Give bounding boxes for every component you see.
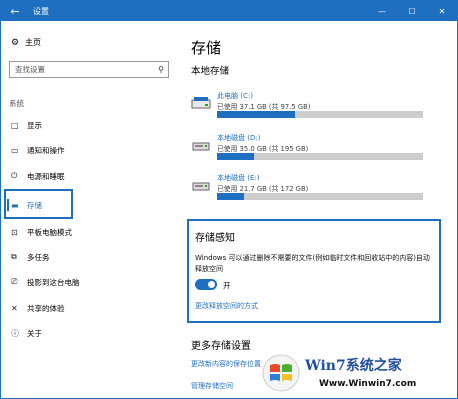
watermark-url: Www.Winwin7.com: [319, 379, 417, 389]
gear-icon: ⚙: [11, 37, 20, 48]
sidebar-item-display[interactable]: □ 显示: [11, 118, 42, 132]
pc-drive-icon: [191, 97, 211, 109]
notification-icon: ▭: [11, 145, 19, 155]
sidebar-item-about[interactable]: ⓘ 关于: [11, 326, 42, 340]
share-icon: ✕: [11, 303, 18, 313]
more-storage-settings-title: 更多存储设置: [191, 341, 251, 352]
drive-usage-fill: [217, 193, 244, 200]
drive-name: 本地磁盘 (D:): [217, 134, 261, 142]
sidebar-item-label: 多任务: [27, 252, 50, 262]
maximize-button[interactable]: ☐: [397, 1, 427, 21]
sidebar: ⚙ 主页 查找设置 ⚲ 系统 □ 显示 ▭ 通知和操作 ⏻ 电源和睡眠 ▬ 存储…: [1, 21, 177, 398]
drive-name: 此电脑 (C:): [217, 92, 253, 100]
drive-e[interactable]: 本地磁盘 (E:) 已使用 21.7 GB (共 172 GB): [191, 173, 431, 207]
sidebar-item-notifications[interactable]: ▭ 通知和操作: [11, 143, 65, 157]
local-storage-title: 本地存储: [191, 66, 230, 77]
section-label-system: 系统: [9, 99, 24, 108]
drive-usage-bar: [217, 153, 423, 160]
main-content: 存储 本地存储 此电脑 (C:) 已使用 37.1 GB (共 97.5 GB)…: [177, 21, 457, 398]
sidebar-item-storage[interactable]: ▬ 存储: [11, 198, 42, 212]
manage-storage-spaces-link[interactable]: 管理存储空间: [191, 381, 233, 391]
drive-usage: 已使用 37.1 GB (共 97.5 GB): [217, 103, 311, 111]
info-icon: ⓘ: [11, 328, 19, 338]
multitask-icon: ⧉: [11, 252, 17, 261]
sidebar-item-label: 通知和操作: [27, 145, 65, 155]
drive-usage-bar: [217, 111, 423, 118]
power-icon: ⏻: [11, 171, 18, 180]
close-button[interactable]: ✕: [427, 1, 457, 21]
sidebar-item-label: 共享的体验: [27, 303, 65, 313]
toggle-knob: [208, 281, 215, 288]
drive-usage-bar: [217, 193, 423, 200]
search-icon: ⚲: [158, 65, 164, 74]
sidebar-item-tablet-mode[interactable]: ⊡ 平板电脑模式: [11, 225, 72, 239]
toggle-state-label: 开: [223, 281, 231, 290]
drive-usage: 已使用 35.0 GB (共 195 GB): [217, 145, 309, 153]
search-input[interactable]: 查找设置 ⚲: [9, 61, 169, 78]
storage-sense-title: 存储感知: [195, 233, 235, 244]
change-free-space-link[interactable]: 更改释放空间的方式: [195, 301, 258, 311]
sidebar-item-label: 电源和睡眠: [27, 171, 65, 181]
drive-c[interactable]: 此电脑 (C:) 已使用 37.1 GB (共 97.5 GB): [191, 91, 431, 125]
hard-disk-icon: [192, 142, 210, 151]
title-bar: ← 设置 — ☐ ✕: [1, 1, 457, 21]
back-arrow-icon[interactable]: ←: [1, 1, 29, 21]
sidebar-item-label: 平板电脑模式: [27, 227, 72, 237]
home-link[interactable]: ⚙ 主页: [11, 37, 41, 48]
sidebar-item-power[interactable]: ⏻ 电源和睡眠: [11, 169, 65, 183]
hard-disk-icon: [192, 182, 210, 191]
minimize-button[interactable]: —: [367, 1, 397, 21]
window-controls: — ☐ ✕: [367, 1, 457, 21]
window-title: 设置: [33, 6, 49, 16]
selected-indicator: [7, 199, 9, 211]
storage-sense-description: Windows 可以通过删除不需要的文件(例如临时文件和回收站中的内容)自动释放…: [195, 254, 430, 273]
drive-d[interactable]: 本地磁盘 (D:) 已使用 35.0 GB (共 195 GB): [191, 133, 431, 167]
change-save-location-link[interactable]: 更改新内容的保存位置: [191, 359, 261, 369]
projector-icon: ⎚: [11, 277, 18, 286]
home-label: 主页: [25, 38, 41, 47]
sidebar-item-label: 存储: [27, 200, 42, 210]
sidebar-item-label: 投影到这台电脑: [27, 277, 80, 287]
storage-sense-toggle[interactable]: [195, 279, 217, 290]
drive-usage-fill: [217, 153, 255, 160]
sidebar-item-projecting[interactable]: ⎚ 投影到这台电脑: [11, 275, 80, 289]
drive-usage: 已使用 21.7 GB (共 172 GB): [217, 185, 309, 193]
sidebar-item-label: 显示: [27, 120, 42, 130]
search-placeholder: 查找设置: [15, 65, 45, 74]
drive-usage-fill: [217, 111, 296, 118]
sidebar-item-multitasking[interactable]: ⧉ 多任务: [11, 250, 50, 264]
settings-window: ← 设置 — ☐ ✕ ⚙ 主页 查找设置 ⚲ 系统 □ 显示 ▭ 通知和操作 ⏻: [0, 0, 458, 399]
watermark-brand: Win7系统之家: [305, 358, 402, 374]
tablet-icon: ⊡: [11, 227, 18, 237]
storage-sense-panel: 存储感知 Windows 可以通过删除不需要的文件(例如临时文件和回收站中的内容…: [187, 219, 441, 323]
sidebar-item-label: 关于: [27, 328, 42, 338]
drive-name: 本地磁盘 (E:): [217, 174, 260, 182]
page-title: 存储: [191, 39, 222, 57]
storage-icon: ▬: [11, 200, 19, 210]
win7-logo-icon: [262, 354, 300, 392]
sidebar-item-shared-experiences[interactable]: ✕ 共享的体验: [11, 301, 65, 315]
monitor-icon: □: [11, 120, 19, 130]
